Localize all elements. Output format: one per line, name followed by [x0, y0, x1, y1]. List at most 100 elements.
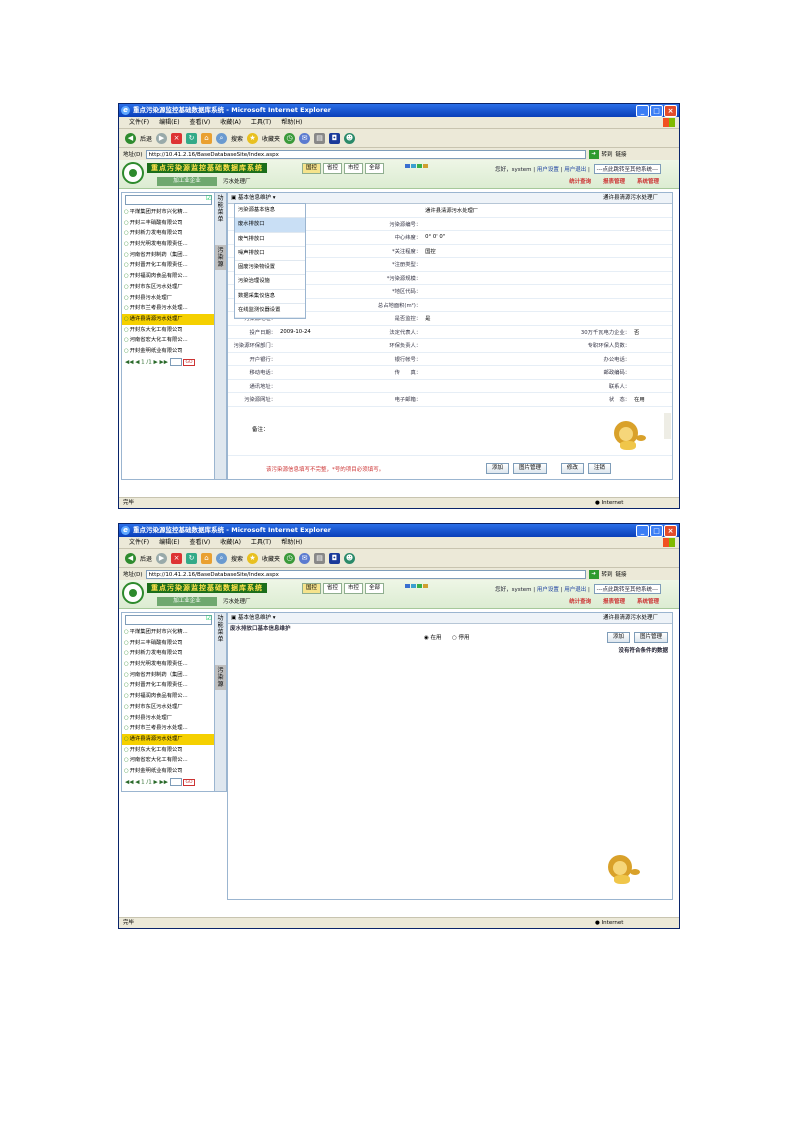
form-value[interactable]	[423, 392, 579, 407]
report-mgmt-link[interactable]: 报表管理	[603, 179, 625, 185]
menu-item-solid-waste[interactable]: 固废污染物设置	[235, 261, 305, 276]
close-button[interactable]: ×	[664, 525, 677, 537]
form-value[interactable]	[632, 338, 672, 353]
mail-icon[interactable]: ✉	[299, 552, 311, 564]
tab-all[interactable]: 全部	[365, 583, 385, 594]
go-arrow-icon[interactable]: ➜	[588, 569, 599, 579]
system-jump-select[interactable]: ---点此跳转至其他系统---	[593, 584, 661, 594]
company-search-input[interactable]	[125, 614, 212, 625]
form-value[interactable]	[423, 298, 579, 312]
page-input[interactable]	[169, 777, 182, 786]
pager-controls[interactable]: ◀◀ ◀ 1 /1 ▶ ▶▶	[125, 779, 168, 785]
maximize-button[interactable]: □	[650, 525, 663, 537]
left-category-tab[interactable]: 加工业企业	[157, 177, 217, 186]
logout-link[interactable]: 用户退出	[564, 167, 586, 173]
menu-item-wastewater-outlet[interactable]: 废水排放口	[235, 218, 305, 233]
refresh-icon[interactable]: ↻	[186, 132, 198, 144]
favorites-star-icon[interactable]: ★	[247, 132, 259, 144]
user-settings-link[interactable]: 用户设置	[537, 587, 559, 593]
close-button[interactable]: ×	[664, 105, 677, 117]
back-label[interactable]: 后退	[140, 554, 152, 563]
tab-city[interactable]: 市控	[344, 163, 364, 174]
user-settings-link[interactable]: 用户设置	[537, 167, 559, 173]
form-value[interactable]	[632, 365, 672, 380]
form-value[interactable]	[423, 217, 579, 231]
company-item[interactable]: 平煤集团开封市兴化精...	[122, 207, 214, 218]
company-item[interactable]: 开封光明发电有限责任...	[122, 659, 214, 670]
form-value[interactable]: 2009-10-24	[278, 325, 374, 339]
company-item[interactable]: 开封市东区污水处理厂	[122, 702, 214, 713]
refresh-icon[interactable]: ↻	[186, 552, 198, 564]
report-mgmt-link[interactable]: 报表管理	[603, 599, 625, 605]
form-value[interactable]	[632, 217, 672, 231]
company-item[interactable]: 开封晋开化工有限责任...	[122, 680, 214, 691]
system-mgmt-link[interactable]: 系统管理	[637, 179, 659, 185]
system-jump-select[interactable]: ---点此跳转至其他系统---	[593, 164, 661, 174]
search-icon[interactable]: ⌕	[216, 552, 228, 564]
company-item[interactable]: 平煤集团开封市兴化精...	[122, 627, 214, 638]
company-item-selected[interactable]: 通许县清源污水处理厂	[122, 313, 214, 325]
company-item[interactable]: 开封东大化工有限公司	[122, 745, 214, 756]
favorites-label[interactable]: 收藏夹	[262, 554, 280, 563]
history-icon[interactable]: ◷	[284, 132, 296, 144]
system-mgmt-link[interactable]: 系统管理	[637, 599, 659, 605]
menu-edit[interactable]: 编辑(E)	[159, 119, 179, 126]
form-value[interactable]	[278, 352, 374, 366]
company-item[interactable]: 开封县污水处理厂	[122, 713, 214, 724]
image-mgmt-button[interactable]: 图片管理	[512, 463, 547, 474]
form-value[interactable]	[278, 338, 374, 353]
go-button[interactable]: 转到	[602, 570, 613, 578]
form-value[interactable]	[423, 338, 579, 353]
search-icon[interactable]: ⌕	[216, 132, 228, 144]
status-inactive-radio[interactable]: ○ 停用	[452, 633, 470, 641]
detail-scrollbar[interactable]	[664, 413, 671, 439]
maximize-button[interactable]: □	[650, 105, 663, 117]
form-value[interactable]	[423, 284, 579, 299]
menu-help[interactable]: 帮助(H)	[281, 119, 302, 126]
go-button[interactable]: 转到	[602, 150, 613, 158]
menu-item-treatment-facility[interactable]: 污染治理设施	[235, 275, 305, 290]
stop-icon[interactable]: ×	[171, 552, 183, 564]
company-search-input[interactable]	[125, 194, 212, 205]
print-icon[interactable]: ▤	[314, 552, 326, 564]
company-item[interactable]: 开封三丰硝酸有限公司	[122, 218, 214, 229]
company-item[interactable]: 开封福润肉食品有限公...	[122, 691, 214, 702]
messenger-icon[interactable]: ◘	[329, 552, 341, 564]
theme-color-swatches[interactable]	[405, 164, 428, 168]
people-icon[interactable]: ☻	[344, 552, 356, 564]
tab-national[interactable]: 国控	[302, 583, 322, 594]
page-go-button[interactable]: GO	[183, 779, 195, 787]
form-value[interactable]	[423, 257, 579, 272]
favorites-label[interactable]: 收藏夹	[262, 134, 280, 143]
form-value[interactable]: 是	[423, 311, 579, 326]
address-input[interactable]: http://10.41.2.16/BaseDatabaseSite/Index…	[145, 569, 586, 579]
form-value[interactable]	[278, 379, 374, 393]
menu-tools[interactable]: 工具(T)	[251, 119, 271, 126]
search-label[interactable]: 搜索	[231, 134, 243, 143]
company-item[interactable]: 开封县污水处理厂	[122, 293, 214, 304]
back-arrow-icon[interactable]: ◀	[125, 132, 136, 144]
menu-file[interactable]: 文件(F)	[129, 119, 149, 126]
form-value[interactable]	[423, 365, 579, 380]
stats-query-link[interactable]: 统计查询	[569, 179, 591, 185]
company-item[interactable]: 河南省宏大化工有限公...	[122, 335, 214, 346]
search-label[interactable]: 搜索	[231, 554, 243, 563]
theme-color-swatches[interactable]	[405, 584, 428, 588]
add-button[interactable]: 添加	[486, 463, 510, 474]
company-item[interactable]: 开封市兰考县污水处理...	[122, 303, 214, 314]
form-value[interactable]	[423, 379, 579, 393]
add-button[interactable]: 添加	[607, 632, 631, 643]
company-item[interactable]: 开封金明纸业有限公司	[122, 346, 214, 357]
function-menu-tab[interactable]: 功能菜单	[215, 193, 226, 225]
section-title[interactable]: 基本信息维护	[238, 615, 271, 621]
print-icon[interactable]: ▤	[314, 132, 326, 144]
page-go-button[interactable]: GO	[183, 359, 195, 367]
menu-item-source-info[interactable]: 污染源基本信息	[235, 204, 305, 219]
company-item[interactable]: 开封市兰考县污水处理...	[122, 723, 214, 734]
menu-favorites[interactable]: 收藏(A)	[220, 119, 241, 126]
tab-provincial[interactable]: 省控	[323, 583, 343, 594]
form-value[interactable]: 否	[632, 325, 672, 339]
company-item[interactable]: 开封市东区污水处理厂	[122, 282, 214, 293]
company-item[interactable]: 开封金明纸业有限公司	[122, 766, 214, 777]
forward-arrow-icon[interactable]: ▶	[156, 132, 168, 144]
